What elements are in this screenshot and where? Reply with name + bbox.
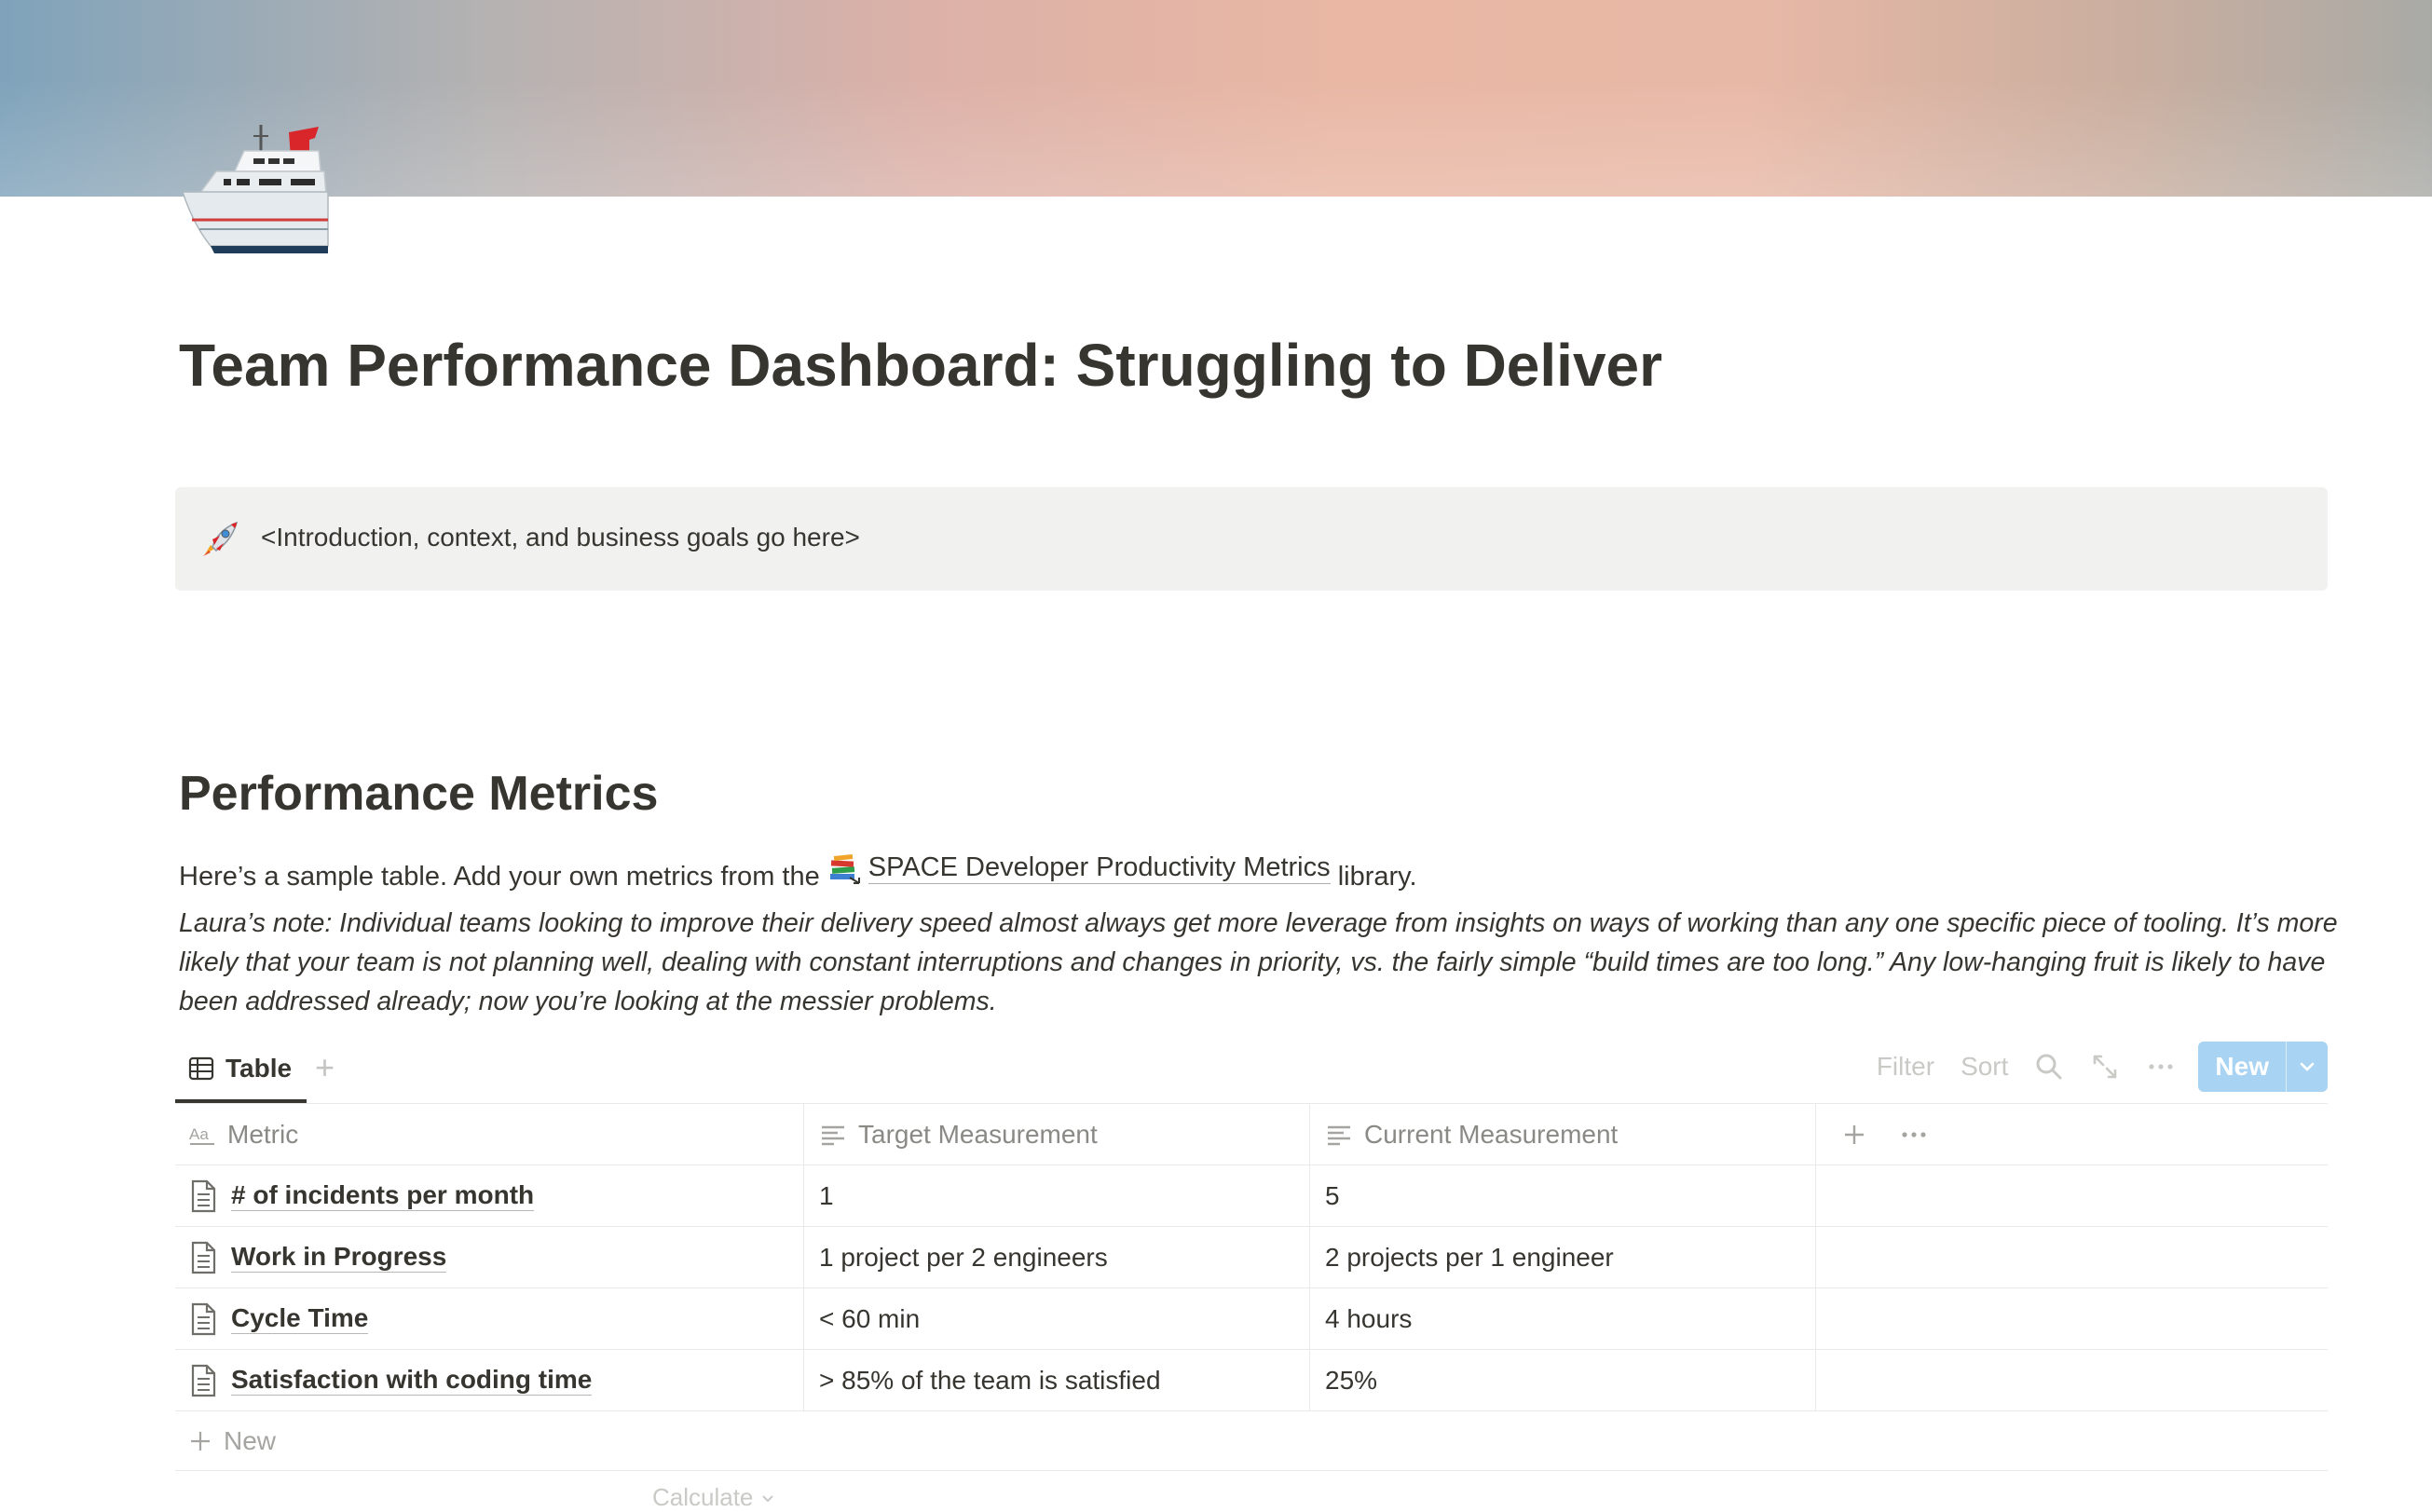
expand-icon[interactable] xyxy=(2090,1052,2120,1082)
current-cell[interactable]: 4 hours xyxy=(1310,1288,1816,1349)
page-title[interactable]: Team Performance Dashboard: Struggling t… xyxy=(179,331,1662,400)
table-row[interactable]: Work in Progress 1 project per 2 enginee… xyxy=(175,1227,2328,1288)
svg-text:Aa: Aa xyxy=(189,1125,209,1143)
new-record-button[interactable]: New xyxy=(2198,1042,2328,1092)
text-property-icon xyxy=(822,1125,844,1145)
metric-cell[interactable]: Work in Progress xyxy=(175,1227,804,1287)
target-cell[interactable]: 1 project per 2 engineers xyxy=(804,1227,1310,1287)
add-row-label: New xyxy=(224,1425,277,1455)
plus-icon xyxy=(191,1431,210,1451)
chevron-down-icon[interactable] xyxy=(2286,1042,2328,1092)
column-header-label: Target Measurement xyxy=(858,1119,1098,1149)
database-toolbar: Filter Sort New xyxy=(1877,1042,2328,1092)
tab-table[interactable]: Table xyxy=(175,1038,307,1103)
callout-text[interactable]: <Introduction, context, and business goa… xyxy=(261,523,860,552)
metric-title[interactable]: Work in Progress xyxy=(231,1242,447,1273)
table-header-row: Aa Metric Target Measurement Current Mea… xyxy=(175,1104,2328,1165)
intro-text: Here’s a sample table. Add your own metr… xyxy=(179,862,820,892)
calculate-button[interactable]: Calculate xyxy=(652,1483,775,1512)
empty-cell[interactable] xyxy=(1816,1165,2328,1226)
column-header-target[interactable]: Target Measurement xyxy=(804,1104,1310,1165)
metrics-table: Aa Metric Target Measurement Current Mea… xyxy=(175,1103,2328,1471)
rocket-icon[interactable] xyxy=(198,517,242,562)
current-cell[interactable]: 5 xyxy=(1310,1165,1816,1226)
table-row[interactable]: # of incidents per month 1 5 xyxy=(175,1165,2328,1227)
metric-title[interactable]: # of incidents per month xyxy=(231,1180,535,1211)
column-header-label: Current Measurement xyxy=(1364,1119,1619,1149)
calculate-label: Calculate xyxy=(652,1483,754,1511)
header-actions xyxy=(1816,1104,2328,1165)
chevron-down-icon xyxy=(762,1494,774,1502)
intro-paragraph[interactable]: Here’s a sample table. Add your own metr… xyxy=(179,851,1417,892)
new-button-label[interactable]: New xyxy=(2198,1042,2286,1092)
metric-cell[interactable]: Satisfaction with coding time xyxy=(175,1350,804,1410)
page-document-icon xyxy=(191,1241,216,1274)
table-row[interactable]: Cycle Time < 60 min 4 hours xyxy=(175,1288,2328,1350)
current-cell[interactable]: 25% xyxy=(1310,1350,1816,1410)
column-header-label: Metric xyxy=(227,1119,299,1149)
title-property-icon: Aa xyxy=(189,1125,214,1145)
section-heading[interactable]: Performance Metrics xyxy=(179,766,658,822)
database-view-bar: Table + Filter Sort New xyxy=(175,1038,2328,1103)
page-document-icon xyxy=(191,1302,216,1335)
search-icon[interactable] xyxy=(2034,1052,2064,1082)
empty-cell[interactable] xyxy=(1816,1350,2328,1410)
target-cell[interactable]: < 60 min xyxy=(804,1288,1310,1349)
text-property-icon xyxy=(1328,1125,1350,1145)
tab-table-label: Table xyxy=(225,1054,293,1083)
target-cell[interactable]: > 85% of the team is satisfied xyxy=(804,1350,1310,1410)
page-document-icon xyxy=(191,1179,216,1212)
metric-title[interactable]: Cycle Time xyxy=(231,1303,369,1334)
target-cell[interactable]: 1 xyxy=(804,1165,1310,1226)
page-mention-link[interactable]: SPACE Developer Productivity Metrics xyxy=(827,851,1331,885)
more-options-icon[interactable] xyxy=(2146,1052,2176,1082)
metric-cell[interactable]: # of incidents per month xyxy=(175,1165,804,1226)
cruise-ship-icon[interactable] xyxy=(179,114,332,266)
page-document-icon xyxy=(191,1364,216,1396)
sort-button[interactable]: Sort xyxy=(1961,1052,2008,1082)
books-icon xyxy=(827,851,861,885)
column-header-metric[interactable]: Aa Metric xyxy=(175,1104,804,1165)
page-cover[interactable] xyxy=(0,0,2432,197)
laura-note[interactable]: Laura’s note: Individual teams looking t… xyxy=(179,904,2341,1021)
table-row[interactable]: Satisfaction with coding time > 85% of t… xyxy=(175,1350,2328,1411)
filter-button[interactable]: Filter xyxy=(1877,1052,1934,1082)
add-property-plus-icon[interactable] xyxy=(1842,1123,1866,1147)
callout-block[interactable]: <Introduction, context, and business goa… xyxy=(175,487,2328,591)
more-options-icon[interactable] xyxy=(1900,1123,1928,1147)
empty-cell[interactable] xyxy=(1816,1227,2328,1287)
metric-cell[interactable]: Cycle Time xyxy=(175,1288,804,1349)
intro-text-end: library. xyxy=(1337,862,1417,892)
empty-cell[interactable] xyxy=(1816,1288,2328,1349)
current-cell[interactable]: 2 projects per 1 engineer xyxy=(1310,1227,1816,1287)
mention-link-label[interactable]: SPACE Developer Productivity Metrics xyxy=(868,852,1331,884)
table-icon xyxy=(188,1056,214,1081)
column-header-current[interactable]: Current Measurement xyxy=(1310,1104,1816,1165)
add-row-button[interactable]: New xyxy=(175,1411,2328,1471)
add-view-plus-icon[interactable]: + xyxy=(315,1051,335,1084)
metric-title[interactable]: Satisfaction with coding time xyxy=(231,1365,593,1396)
